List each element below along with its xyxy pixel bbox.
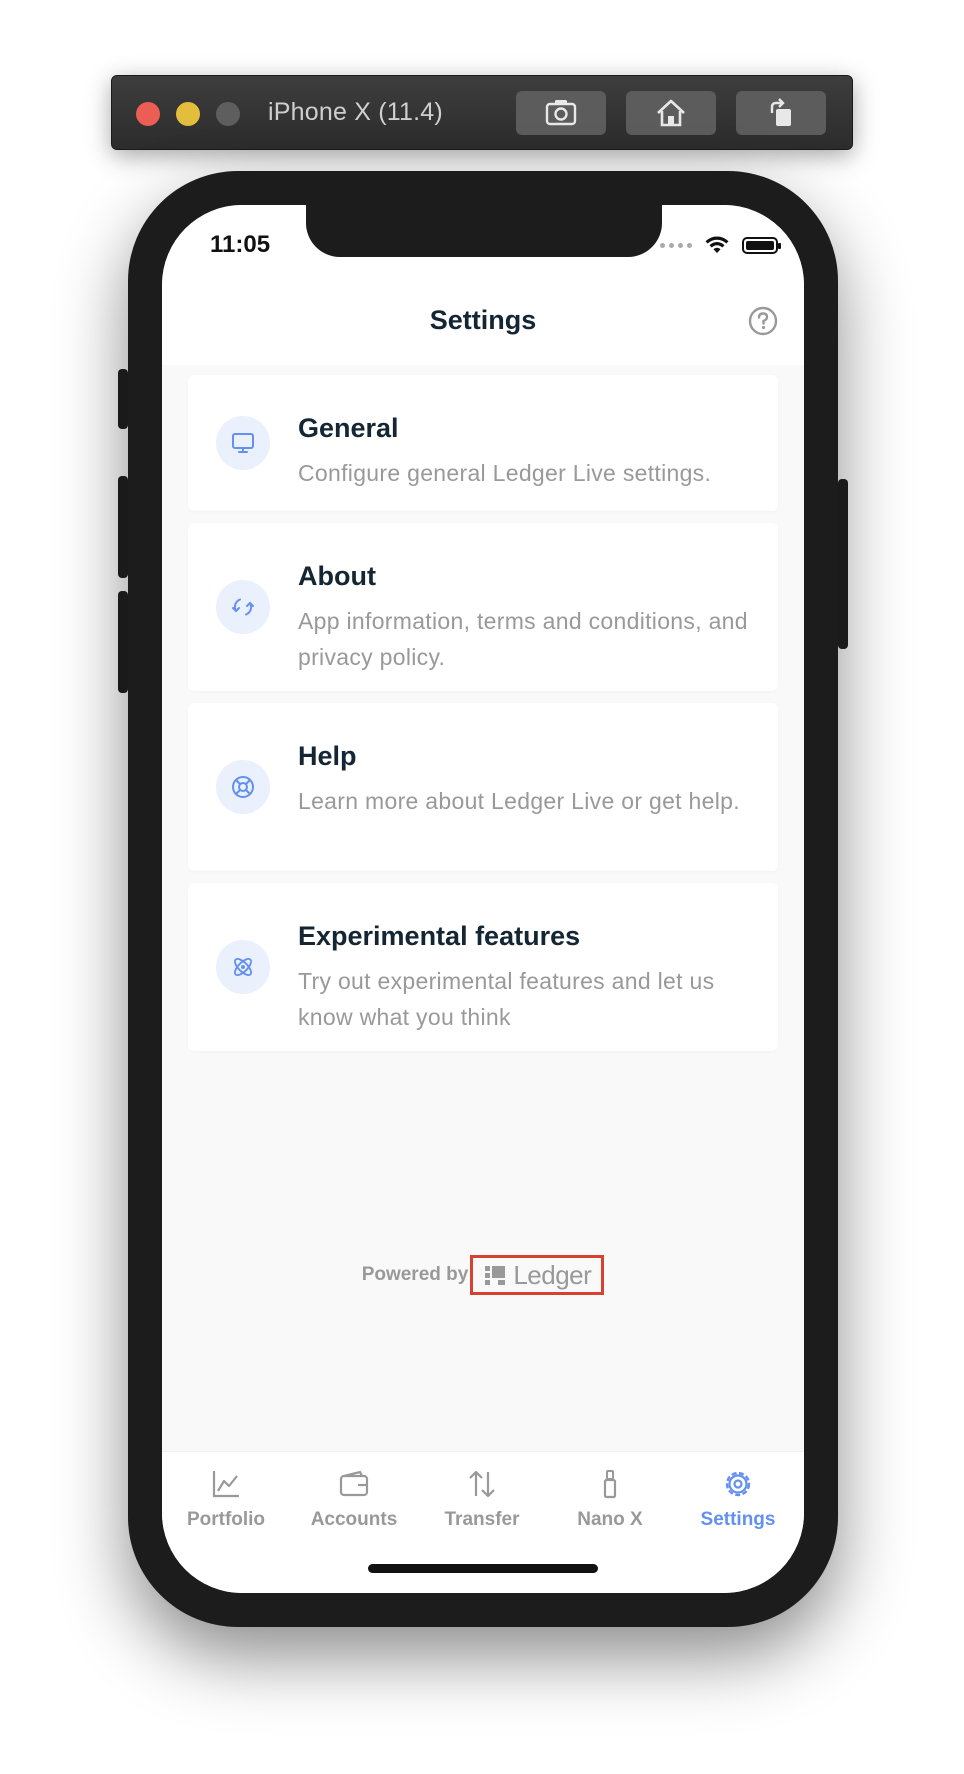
ledger-logo-icon bbox=[485, 1266, 506, 1285]
screen-notch bbox=[306, 205, 662, 257]
ledger-logo[interactable]: Ledger bbox=[470, 1255, 605, 1295]
powered-by-label: Powered by bbox=[361, 1264, 469, 1285]
tab-label: Portfolio bbox=[186, 1509, 266, 1530]
tab-portfolio[interactable]: Portfolio bbox=[162, 1452, 290, 1542]
lifebuoy-icon bbox=[232, 776, 254, 798]
tab-label: Nano X bbox=[577, 1509, 643, 1530]
help-circle-icon[interactable] bbox=[748, 306, 778, 336]
card-title: General bbox=[298, 413, 399, 443]
screenshot-icon bbox=[545, 100, 577, 126]
signal-dots-icon bbox=[660, 242, 692, 248]
home-indicator[interactable] bbox=[368, 1564, 598, 1573]
monitor-icon bbox=[232, 433, 254, 453]
card-icon-wrap bbox=[216, 940, 270, 994]
gear-icon bbox=[725, 1471, 751, 1497]
window-close-button[interactable] bbox=[136, 102, 160, 126]
tab-accounts[interactable]: Accounts bbox=[290, 1452, 418, 1542]
rotate-icon bbox=[770, 98, 791, 126]
device-screen: 11:05 Settings General Configure general… bbox=[162, 205, 804, 1593]
wifi-icon bbox=[705, 236, 729, 253]
page-title: Settings bbox=[429, 305, 537, 335]
transfer-arrows-icon bbox=[469, 1470, 495, 1498]
window-minimize-button[interactable] bbox=[176, 102, 200, 126]
ledger-brand-text: Ledger bbox=[513, 1259, 592, 1290]
atom-icon bbox=[234, 958, 252, 976]
settings-card-about[interactable]: About App information, terms and conditi… bbox=[188, 523, 778, 691]
tab-nano-x[interactable]: Nano X bbox=[546, 1452, 674, 1542]
card-title: Experimental features bbox=[298, 921, 581, 951]
home-button[interactable] bbox=[626, 91, 716, 135]
powered-by-footer: Powered by Ledger bbox=[162, 1250, 804, 1300]
status-icons bbox=[660, 235, 781, 255]
iphone-frame: 11:05 Settings General Configure general… bbox=[118, 171, 848, 1627]
card-description: App information, terms and conditions, a… bbox=[298, 608, 748, 670]
card-icon-wrap bbox=[216, 760, 270, 814]
bottom-tab-bar: Portfolio Accounts Transfer Nano X Setti… bbox=[162, 1451, 804, 1593]
card-title: About bbox=[298, 561, 376, 591]
status-time: 11:05 bbox=[210, 231, 271, 258]
settings-header: Settings bbox=[162, 275, 804, 365]
simulator-title: iPhone X (11.4) bbox=[268, 98, 443, 126]
simulator-toolbar: iPhone X (11.4) bbox=[111, 75, 853, 150]
volume-up-button bbox=[118, 476, 128, 578]
card-icon-wrap bbox=[216, 416, 270, 470]
home-icon bbox=[657, 99, 685, 127]
tab-transfer[interactable]: Transfer bbox=[418, 1452, 546, 1542]
tab-label: Accounts bbox=[310, 1509, 398, 1530]
screenshot-button[interactable] bbox=[516, 91, 606, 135]
volume-down-button bbox=[118, 591, 128, 693]
wallet-icon bbox=[339, 1470, 369, 1497]
settings-card-general[interactable]: General Configure general Ledger Live se… bbox=[188, 375, 778, 511]
tab-label: Settings bbox=[700, 1509, 776, 1530]
refresh-icon bbox=[232, 598, 254, 616]
settings-card-help[interactable]: Help Learn more about Ledger Live or get… bbox=[188, 703, 778, 871]
card-icon-wrap bbox=[216, 580, 270, 634]
power-button bbox=[838, 479, 848, 649]
card-description: Try out experimental features and let us… bbox=[298, 968, 715, 1030]
mute-switch bbox=[118, 369, 128, 429]
tab-settings[interactable]: Settings bbox=[674, 1452, 802, 1542]
nano-device-icon bbox=[603, 1470, 617, 1499]
tab-label: Transfer bbox=[444, 1509, 520, 1530]
rotate-button[interactable] bbox=[736, 91, 826, 135]
card-description: Configure general Ledger Live settings. bbox=[298, 460, 712, 486]
settings-card-experimental[interactable]: Experimental features Try out experiment… bbox=[188, 883, 778, 1051]
chart-icon bbox=[212, 1471, 239, 1498]
card-title: Help bbox=[298, 741, 357, 771]
window-zoom-button[interactable] bbox=[216, 102, 240, 126]
card-description: Learn more about Ledger Live or get help… bbox=[298, 788, 740, 814]
battery-icon bbox=[742, 236, 781, 254]
